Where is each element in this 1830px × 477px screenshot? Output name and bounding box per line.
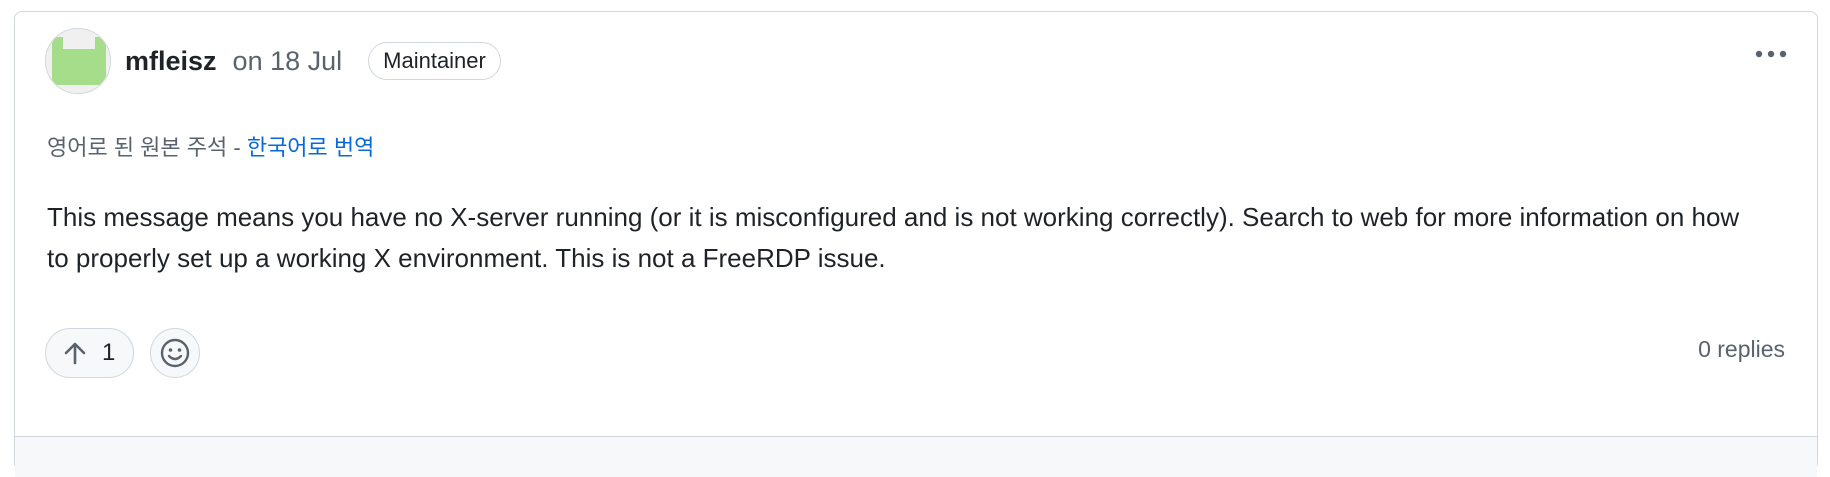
translate-link[interactable]: 한국어로 번역 bbox=[247, 135, 375, 160]
replies-count[interactable]: 0 replies bbox=[1698, 336, 1785, 363]
reply-area-divider bbox=[15, 436, 1817, 477]
identicon-avatar-icon bbox=[46, 29, 110, 93]
upvote-button[interactable]: 1 bbox=[45, 328, 135, 378]
comment-footer: 1 bbox=[45, 328, 201, 378]
original-language-note: 영어로 된 원본 주석 - bbox=[47, 135, 241, 160]
author-avatar[interactable] bbox=[45, 28, 111, 94]
author-name[interactable]: mfleisz bbox=[125, 46, 217, 77]
comment-body: This message means you have no X-server … bbox=[47, 202, 1740, 273]
comment-header: mfleisz on 18 Jul Maintainer bbox=[45, 26, 501, 96]
more-options-button[interactable] bbox=[1749, 36, 1793, 72]
smiley-icon bbox=[161, 338, 190, 368]
add-reaction-button[interactable] bbox=[150, 328, 201, 378]
discussion-comment-card: mfleisz on 18 Jul Maintainer 영어로 된 원본 주석… bbox=[14, 11, 1818, 477]
arrow-up-icon bbox=[64, 342, 86, 365]
maintainer-badge: Maintainer bbox=[368, 42, 501, 80]
translation-notice: 영어로 된 원본 주석 - 한국어로 번역 bbox=[47, 130, 374, 162]
kebab-menu-icon bbox=[1755, 50, 1787, 58]
upvote-count: 1 bbox=[102, 339, 116, 366]
comment-date[interactable]: on 18 Jul bbox=[233, 46, 343, 77]
